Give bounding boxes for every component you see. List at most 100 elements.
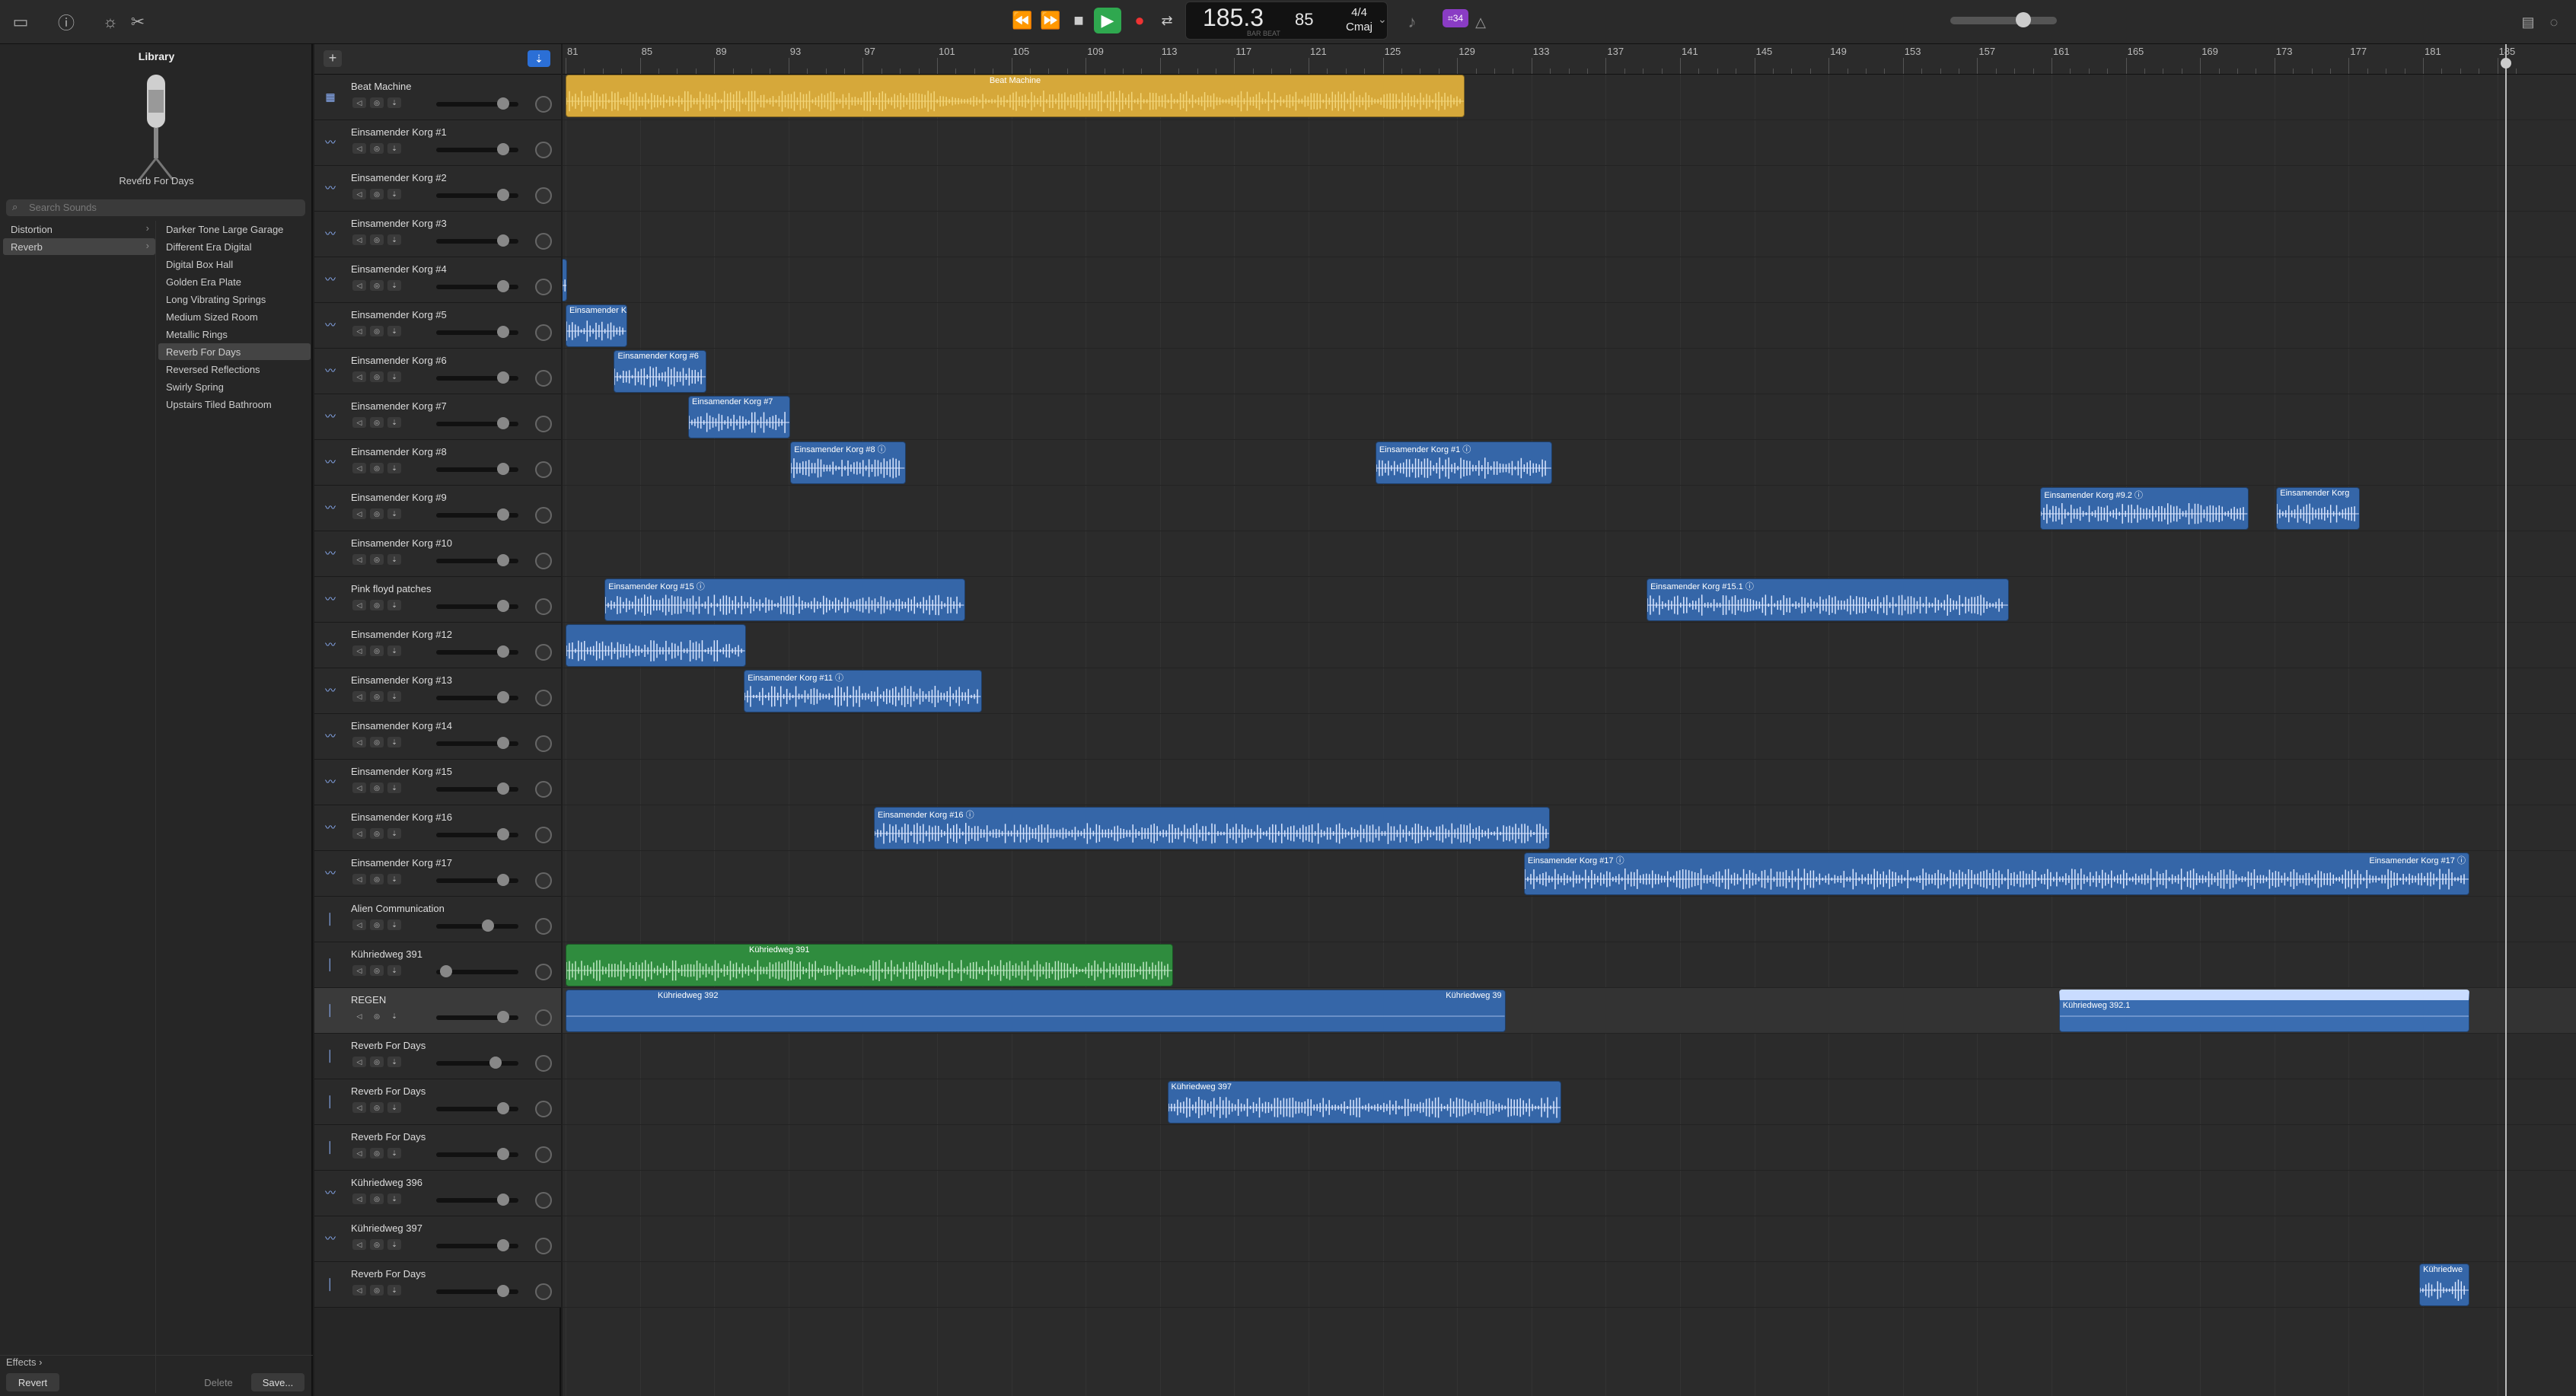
track-lane[interactable] <box>563 394 2576 440</box>
region[interactable]: Einsamender Korg #15.1 ⓘ <box>1647 578 2009 621</box>
pan-knob[interactable] <box>535 872 552 889</box>
record-enable-button[interactable]: ⇣ <box>387 920 401 930</box>
pan-knob[interactable] <box>535 644 552 661</box>
pan-knob[interactable] <box>535 598 552 615</box>
volume-fader-knob[interactable] <box>497 645 509 658</box>
track-header[interactable]: 〰 Einsamender Korg #15 ◁ ◎ ⇣ <box>314 760 561 805</box>
timeline-ruler[interactable]: 81 85 89 93 97 101 105 109 113 117 121 125 129 133 137… <box>563 44 2576 75</box>
pan-knob[interactable] <box>535 187 552 204</box>
region[interactable]: Einsamender Korg #15 ⓘ <box>604 578 965 621</box>
track-lane[interactable] <box>563 120 2576 166</box>
region[interactable]: Kühriedweg 392.1 <box>2058 990 2469 1032</box>
solo-button[interactable]: ◎ <box>370 1011 384 1022</box>
solo-button[interactable]: ◎ <box>370 1194 384 1204</box>
track-lane[interactable] <box>563 623 2576 668</box>
volume-fader-knob[interactable] <box>497 234 509 247</box>
region[interactable]: Einsamender Korg #16 ⓘ <box>874 807 1551 849</box>
region[interactable]: Kühriedwe <box>2419 1264 2469 1306</box>
record-enable-button[interactable]: ⇣ <box>387 463 401 473</box>
volume-fader-knob[interactable] <box>497 280 509 292</box>
mute-button[interactable]: ◁ <box>352 1011 366 1022</box>
pan-knob[interactable] <box>535 690 552 706</box>
pan-knob[interactable] <box>535 507 552 524</box>
record-enable-button[interactable]: ⇣ <box>387 508 401 519</box>
volume-fader-knob[interactable] <box>482 920 494 932</box>
library-preset-10[interactable]: Upstairs Tiled Bathroom <box>158 396 311 413</box>
mute-button[interactable]: ◁ <box>352 143 366 154</box>
solo-button[interactable]: ◎ <box>370 508 384 519</box>
master-volume-knob[interactable] <box>2016 12 2031 27</box>
track-header[interactable]: 〰 Einsamender Korg #14 ◁ ◎ ⇣ <box>314 714 561 760</box>
region[interactable]: Einsamender Korg #9.2 ⓘ <box>2040 487 2249 530</box>
volume-fader-knob[interactable] <box>489 1057 502 1069</box>
mute-button[interactable]: ◁ <box>352 874 366 884</box>
search-input[interactable]: ⌕ Search Sounds <box>6 199 305 216</box>
track-lane[interactable] <box>563 212 2576 257</box>
region[interactable]: Einsamender Korg #6 <box>614 350 707 393</box>
volume-fader-knob[interactable] <box>497 189 509 201</box>
track-header[interactable]: 〰 Einsamender Korg #1 ◁ ◎ ⇣ <box>314 120 561 166</box>
track-lane[interactable] <box>563 166 2576 212</box>
volume-fader-knob[interactable] <box>497 554 509 566</box>
track-header[interactable]: 〰 Einsamender Korg #9 ◁ ◎ ⇣ <box>314 486 561 531</box>
record-enable-button[interactable]: ⇣ <box>387 645 401 656</box>
library-category-1[interactable]: Reverb › <box>3 238 155 255</box>
region[interactable] <box>566 624 746 667</box>
record-enable-button[interactable]: ⇣ <box>387 874 401 884</box>
track-header[interactable]: 〰 Einsamender Korg #16 ◁ ◎ ⇣ <box>314 805 561 851</box>
mute-button[interactable]: ◁ <box>352 234 366 245</box>
volume-fader-knob[interactable] <box>497 326 509 338</box>
library-preset-3[interactable]: Golden Era Plate <box>158 273 311 290</box>
region[interactable]: Kühriedweg 391 <box>566 944 1173 986</box>
volume-fader-knob[interactable] <box>497 691 509 703</box>
volume-fader-knob[interactable] <box>497 97 509 110</box>
track-lane[interactable] <box>563 1125 2576 1171</box>
mute-button[interactable]: ◁ <box>352 920 366 930</box>
track-lane[interactable] <box>563 1034 2576 1079</box>
pan-knob[interactable] <box>535 1009 552 1026</box>
catch-playhead-button[interactable]: ⇣ <box>528 50 550 67</box>
mute-button[interactable]: ◁ <box>352 1239 366 1250</box>
pan-knob[interactable] <box>535 553 552 569</box>
region[interactable]: Beat Machine <box>566 75 1465 117</box>
solo-button[interactable]: ◎ <box>370 645 384 656</box>
region[interactable]: Einsamender Korg <box>566 304 627 347</box>
track-header[interactable]: │ Reverb For Days ◁ ◎ ⇣ <box>314 1079 561 1125</box>
save-button[interactable]: Save... <box>251 1373 304 1391</box>
solo-button[interactable]: ◎ <box>370 280 384 291</box>
volume-fader-knob[interactable] <box>497 1239 509 1251</box>
mute-button[interactable]: ◁ <box>352 1194 366 1204</box>
record-enable-button[interactable]: ⇣ <box>387 371 401 382</box>
volume-fader[interactable] <box>436 1061 518 1066</box>
mute-button[interactable]: ◁ <box>352 691 366 702</box>
track-header[interactable]: 〰 Einsamender Korg #13 ◁ ◎ ⇣ <box>314 668 561 714</box>
record-enable-button[interactable]: ⇣ <box>387 554 401 565</box>
pan-knob[interactable] <box>535 735 552 752</box>
solo-button[interactable]: ◎ <box>370 97 384 108</box>
volume-fader-knob[interactable] <box>497 782 509 795</box>
add-track-button[interactable]: + <box>324 50 342 67</box>
region[interactable]: Einsamender Korg #7 <box>688 396 791 438</box>
region[interactable]: Einsamender Korg #11 ⓘ <box>744 670 982 712</box>
pan-knob[interactable] <box>535 96 552 113</box>
mute-button[interactable]: ◁ <box>352 463 366 473</box>
library-preset-7[interactable]: Reverb For Days <box>158 343 311 360</box>
cycle-icon[interactable]: ⇄ <box>1156 8 1178 33</box>
pan-knob[interactable] <box>535 1283 552 1300</box>
track-lane[interactable] <box>563 760 2576 805</box>
track-header[interactable]: 〰 Einsamender Korg #3 ◁ ◎ ⇣ <box>314 212 561 257</box>
library-preset-5[interactable]: Medium Sized Room <box>158 308 311 325</box>
solo-button[interactable]: ◎ <box>370 189 384 199</box>
record-enable-button[interactable]: ⇣ <box>387 97 401 108</box>
record-enable-button[interactable]: ⇣ <box>387 143 401 154</box>
volume-fader-knob[interactable] <box>497 143 509 155</box>
volume-fader-knob[interactable] <box>497 1285 509 1297</box>
count-in-badge[interactable]: ⌗34 <box>1443 9 1468 27</box>
mute-button[interactable]: ◁ <box>352 782 366 793</box>
volume-fader-knob[interactable] <box>497 874 509 886</box>
mute-button[interactable]: ◁ <box>352 326 366 336</box>
track-lane[interactable] <box>563 1216 2576 1262</box>
mute-button[interactable]: ◁ <box>352 1285 366 1296</box>
track-header[interactable]: 〰 Pink floyd patches ◁ ◎ ⇣ <box>314 577 561 623</box>
solo-button[interactable]: ◎ <box>370 965 384 976</box>
